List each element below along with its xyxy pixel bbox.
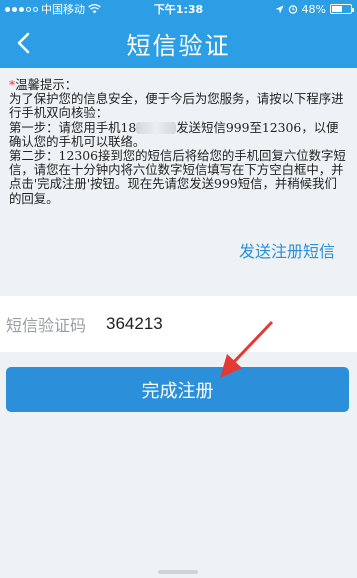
status-bar: 中国移动 下午1:38 48% [0,0,357,18]
wifi-icon [88,4,101,14]
notice-intro: 为了保护您的信息安全，便于今后为您服务，请按以下程序进行手机双向核验： [9,91,344,121]
page-title: 短信验证 [126,31,231,60]
notice-block: *温馨提示： 为了保护您的信息安全，便于今后为您服务，请按以下程序进行手机双向核… [9,77,349,206]
back-button[interactable] [6,26,40,60]
signal-dots-icon [5,6,38,12]
location-icon [275,5,284,13]
sms-code-row: 短信验证码 [0,296,357,352]
notice-step1: 第一步：请您用手机18 发送短信999至12306，以便确认您的手机可以联络。 [9,119,339,149]
alarm-icon [288,5,297,14]
notice-step2: 第二步：12306接到您的短信后将给您的手机回复六位数字短信，请您在十分钟内将六… [9,148,346,206]
nav-bar: 短信验证 [0,18,357,68]
home-indicator [158,570,198,574]
notice-heading: *温馨提示： [9,77,78,92]
sms-code-label: 短信验证码 [6,316,87,335]
carrier-label: 中国移动 [41,3,85,16]
complete-registration-button[interactable]: 完成注册 [6,367,349,412]
battery-percent: 48% [301,2,326,16]
redacted-phone [136,122,177,135]
status-left: 中国移动 [5,1,275,17]
status-right: 48% [275,2,354,16]
send-sms-link[interactable]: 发送注册短信 [239,238,335,262]
battery-icon [330,4,354,14]
chevron-left-icon [17,32,30,54]
red-arrow-annotation [220,320,274,378]
